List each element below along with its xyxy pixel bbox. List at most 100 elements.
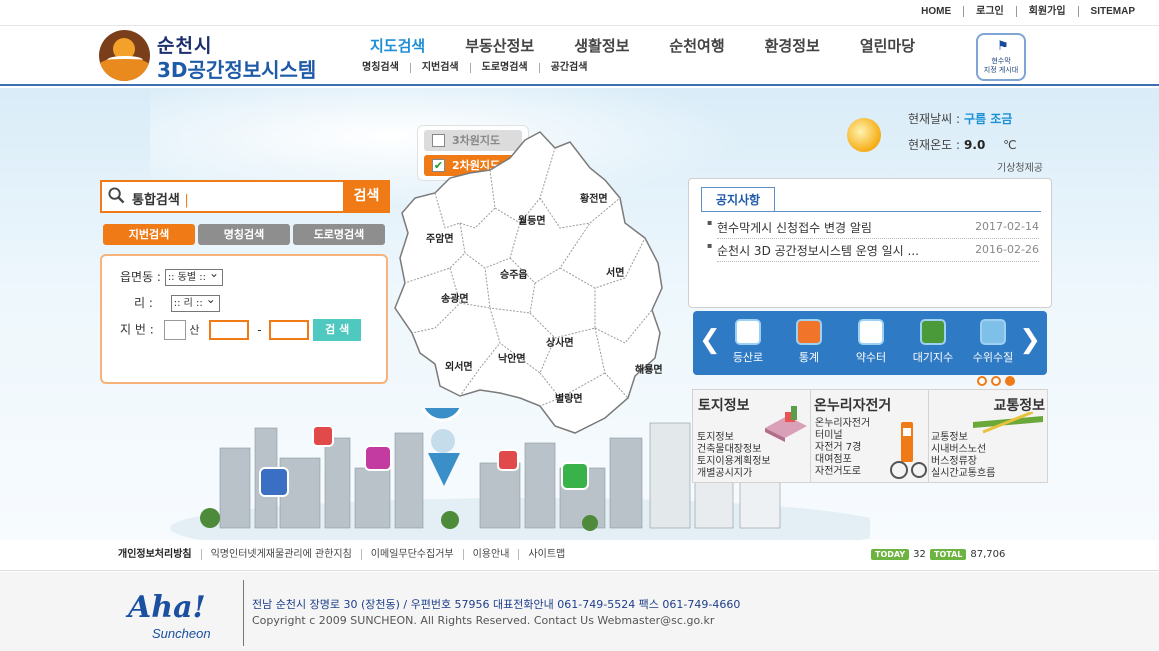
email-refusal-link[interactable]: 이메일무단수집거부	[360, 549, 463, 560]
water-level-icon	[980, 319, 1006, 345]
flag-icon: ⚑	[997, 39, 1009, 54]
nav-real-estate[interactable]: 부동산정보	[465, 35, 534, 56]
search-type-tabs: 지번검색 명칭검색 도로명검색	[103, 224, 388, 245]
notice-title[interactable]: 현수막게시 신청접수 변경 알림	[717, 219, 872, 236]
dong-row: 읍면동 : :: 동별 ::	[120, 266, 224, 286]
spring-water-icon	[858, 319, 884, 345]
notice-item[interactable]: 현수막게시 신청접수 변경 알림 2017-02-14	[707, 217, 1039, 239]
anonymous-post-policy-link[interactable]: 익명인터넷게재물관리에 관한지침	[200, 549, 361, 560]
quick-statistics[interactable]: 통계	[781, 319, 837, 365]
map-label-sangsa[interactable]: 상사면	[546, 334, 574, 349]
bicycle-item[interactable]: 자전거 7경	[815, 442, 870, 454]
banner-board-line2: 지정 게시대	[983, 66, 1019, 74]
lot-search-submit-button[interactable]: 검 색	[313, 319, 362, 341]
land-info-item[interactable]: 토지정보	[697, 432, 771, 444]
login-link[interactable]: 로그인	[963, 6, 1016, 17]
footer-copyright: Copyright c 2009 SUNCHEON. All Rights Re…	[252, 614, 715, 627]
sub-number-input[interactable]	[269, 320, 310, 340]
current-temperature: 현재온도 :9.0 ℃	[908, 138, 1017, 152]
dash-label: -	[257, 322, 262, 337]
tab-lot-search[interactable]: 지번검색	[103, 224, 195, 245]
site-logo[interactable]: 순천시 3D공간정보시스템	[99, 29, 329, 82]
notice-item[interactable]: 순천시 3D 공간정보시스템 운영 일시 ... 2016-02-26	[707, 240, 1039, 262]
notice-title[interactable]: 순천시 3D 공간정보시스템 운영 일시 ...	[717, 242, 919, 259]
privacy-policy-link[interactable]: 개인정보처리방침	[118, 549, 201, 560]
search-input[interactable]: 통합검색 |	[132, 189, 189, 208]
bicycle-item[interactable]: 자전거도로	[815, 466, 870, 478]
info-shortcuts: 토지정보 토지정보 건축물대장정보 토지이용계획정보 개별공시지가 온누리자전거…	[692, 389, 1048, 483]
san-checkbox[interactable]	[163, 320, 186, 340]
carousel-pager	[977, 376, 1019, 386]
land-info-item[interactable]: 건축물대장정보	[697, 444, 771, 456]
land-info-item[interactable]: 토지이용계획정보	[697, 456, 771, 468]
home-link[interactable]: HOME	[909, 6, 963, 17]
bicycle-item[interactable]: 온누리자전거	[815, 418, 870, 430]
weather-widget: 현재날씨 : 구름 조금 현재온도 :9.0 ℃ 기상청제공	[845, 106, 1055, 176]
quick-hiking-trail[interactable]: 등산로	[720, 319, 776, 365]
search-button[interactable]: 검색	[343, 180, 390, 213]
bicycle-item[interactable]: 대여점포	[815, 454, 870, 466]
suncheon-region-map: 황전면 월등면 주암면 서면 승주읍 송광면 상사면 낙안면 외서면 해룡면 별…	[390, 128, 675, 438]
bicycle-box[interactable]: 온누리자전거 온누리자전거 터미널 자전거 7경 대여점포 자전거도로	[811, 390, 929, 482]
sitemap-footer-link[interactable]: 사이트맵	[518, 549, 574, 560]
logo-system-name: 3D공간정보시스템	[157, 58, 317, 82]
land-info-box[interactable]: 토지정보 토지정보 건축물대장정보 토지이용계획정보 개별공시지가	[693, 390, 811, 482]
sitemap-link[interactable]: SITEMAP	[1077, 6, 1147, 17]
top-utility-bar: HOME 로그인 회원가입 SITEMAP	[0, 0, 1159, 26]
pager-dot-active[interactable]	[1005, 376, 1015, 386]
map-label-oeseo[interactable]: 외서면	[445, 358, 473, 373]
nav-living-info[interactable]: 생활정보	[574, 35, 629, 56]
nav-environment[interactable]: 환경정보	[765, 35, 820, 56]
map-label-haeryong[interactable]: 해룡면	[635, 361, 663, 376]
traffic-item[interactable]: 버스정류장	[931, 456, 995, 468]
nav-map-search[interactable]: 지도검색	[370, 35, 425, 56]
weather-source: 기상청제공	[997, 163, 1043, 174]
sub-navigation: 명칭검색 지번검색 도로명검색 공간검색	[362, 63, 598, 73]
land-info-item[interactable]: 개별공시지가	[697, 468, 771, 480]
notice-date: 2017-02-14	[975, 220, 1039, 233]
usage-guide-link[interactable]: 이용안내	[462, 549, 519, 560]
pager-dot[interactable]	[977, 376, 987, 386]
quick-spring-water[interactable]: 약수터	[843, 319, 899, 365]
map-label-seo[interactable]: 서면	[606, 264, 624, 279]
subnav-spatial-search[interactable]: 공간검색	[538, 63, 599, 73]
tab-notice[interactable]: 공지사항	[701, 187, 775, 211]
map-label-juam[interactable]: 주암면	[426, 230, 454, 245]
map-label-byeollyang[interactable]: 별량면	[555, 390, 583, 405]
map-label-woldeung[interactable]: 월등면	[518, 212, 546, 227]
map-label-seungju[interactable]: 승주읍	[500, 266, 528, 281]
traffic-item[interactable]: 시내버스노선	[931, 444, 995, 456]
traffic-item[interactable]: 교통정보	[931, 432, 995, 444]
ri-select[interactable]: :: 리 ::	[170, 292, 220, 312]
traffic-item[interactable]: 실시간교통흐름	[931, 468, 995, 480]
total-counter: TOTAL 87,706	[930, 549, 1005, 560]
footer-address: 전남 순천시 장명로 30 (장천동) / 우편번호 57956 대표전화안내 …	[252, 598, 741, 611]
temp-value: 9.0	[964, 138, 986, 152]
signup-link[interactable]: 회원가입	[1015, 6, 1078, 17]
subnav-name-search[interactable]: 명칭검색	[362, 63, 410, 73]
quick-water-level[interactable]: 수위수질	[965, 319, 1021, 365]
nav-open-forum[interactable]: 열린마당	[860, 35, 915, 56]
subnav-lot-search[interactable]: 지번검색	[409, 63, 470, 73]
banner-board-line1: 현수막	[991, 57, 1011, 65]
subnav-road-search[interactable]: 도로명검색	[469, 63, 539, 73]
quick-air-index[interactable]: 대기지수	[905, 319, 961, 365]
sun-cloud-icon	[847, 118, 881, 152]
dong-select[interactable]: :: 동별 ::	[164, 266, 224, 286]
carousel-prev-icon[interactable]: ❮	[699, 325, 721, 355]
road-interchange-icon	[973, 412, 1043, 434]
carousel-next-icon[interactable]: ❯	[1019, 325, 1041, 355]
logo-main-text: Aha!	[128, 590, 206, 625]
nav-tourism[interactable]: 순천여행	[669, 35, 724, 56]
map-label-nagan[interactable]: 낙안면	[498, 350, 526, 365]
traffic-box[interactable]: 교통정보 교통정보 시내버스노선 버스정류장 실시간교통흐름	[929, 390, 1047, 482]
map-label-songgwang[interactable]: 송광면	[441, 290, 469, 305]
tab-road-search[interactable]: 도로명검색	[293, 224, 385, 245]
map-label-hwangjeon[interactable]: 황전면	[580, 190, 608, 205]
bicycle-item[interactable]: 터미널	[815, 430, 870, 442]
lot-search-form: 읍면동 : :: 동별 :: 리 : :: 리 :: 지 번 : 산 - 검 색	[100, 254, 388, 384]
banner-board-button[interactable]: ⚑ 현수막 지정 게시대	[976, 33, 1026, 81]
main-number-input[interactable]	[209, 320, 250, 340]
pager-dot[interactable]	[991, 376, 1001, 386]
tab-name-search[interactable]: 명칭검색	[198, 224, 290, 245]
